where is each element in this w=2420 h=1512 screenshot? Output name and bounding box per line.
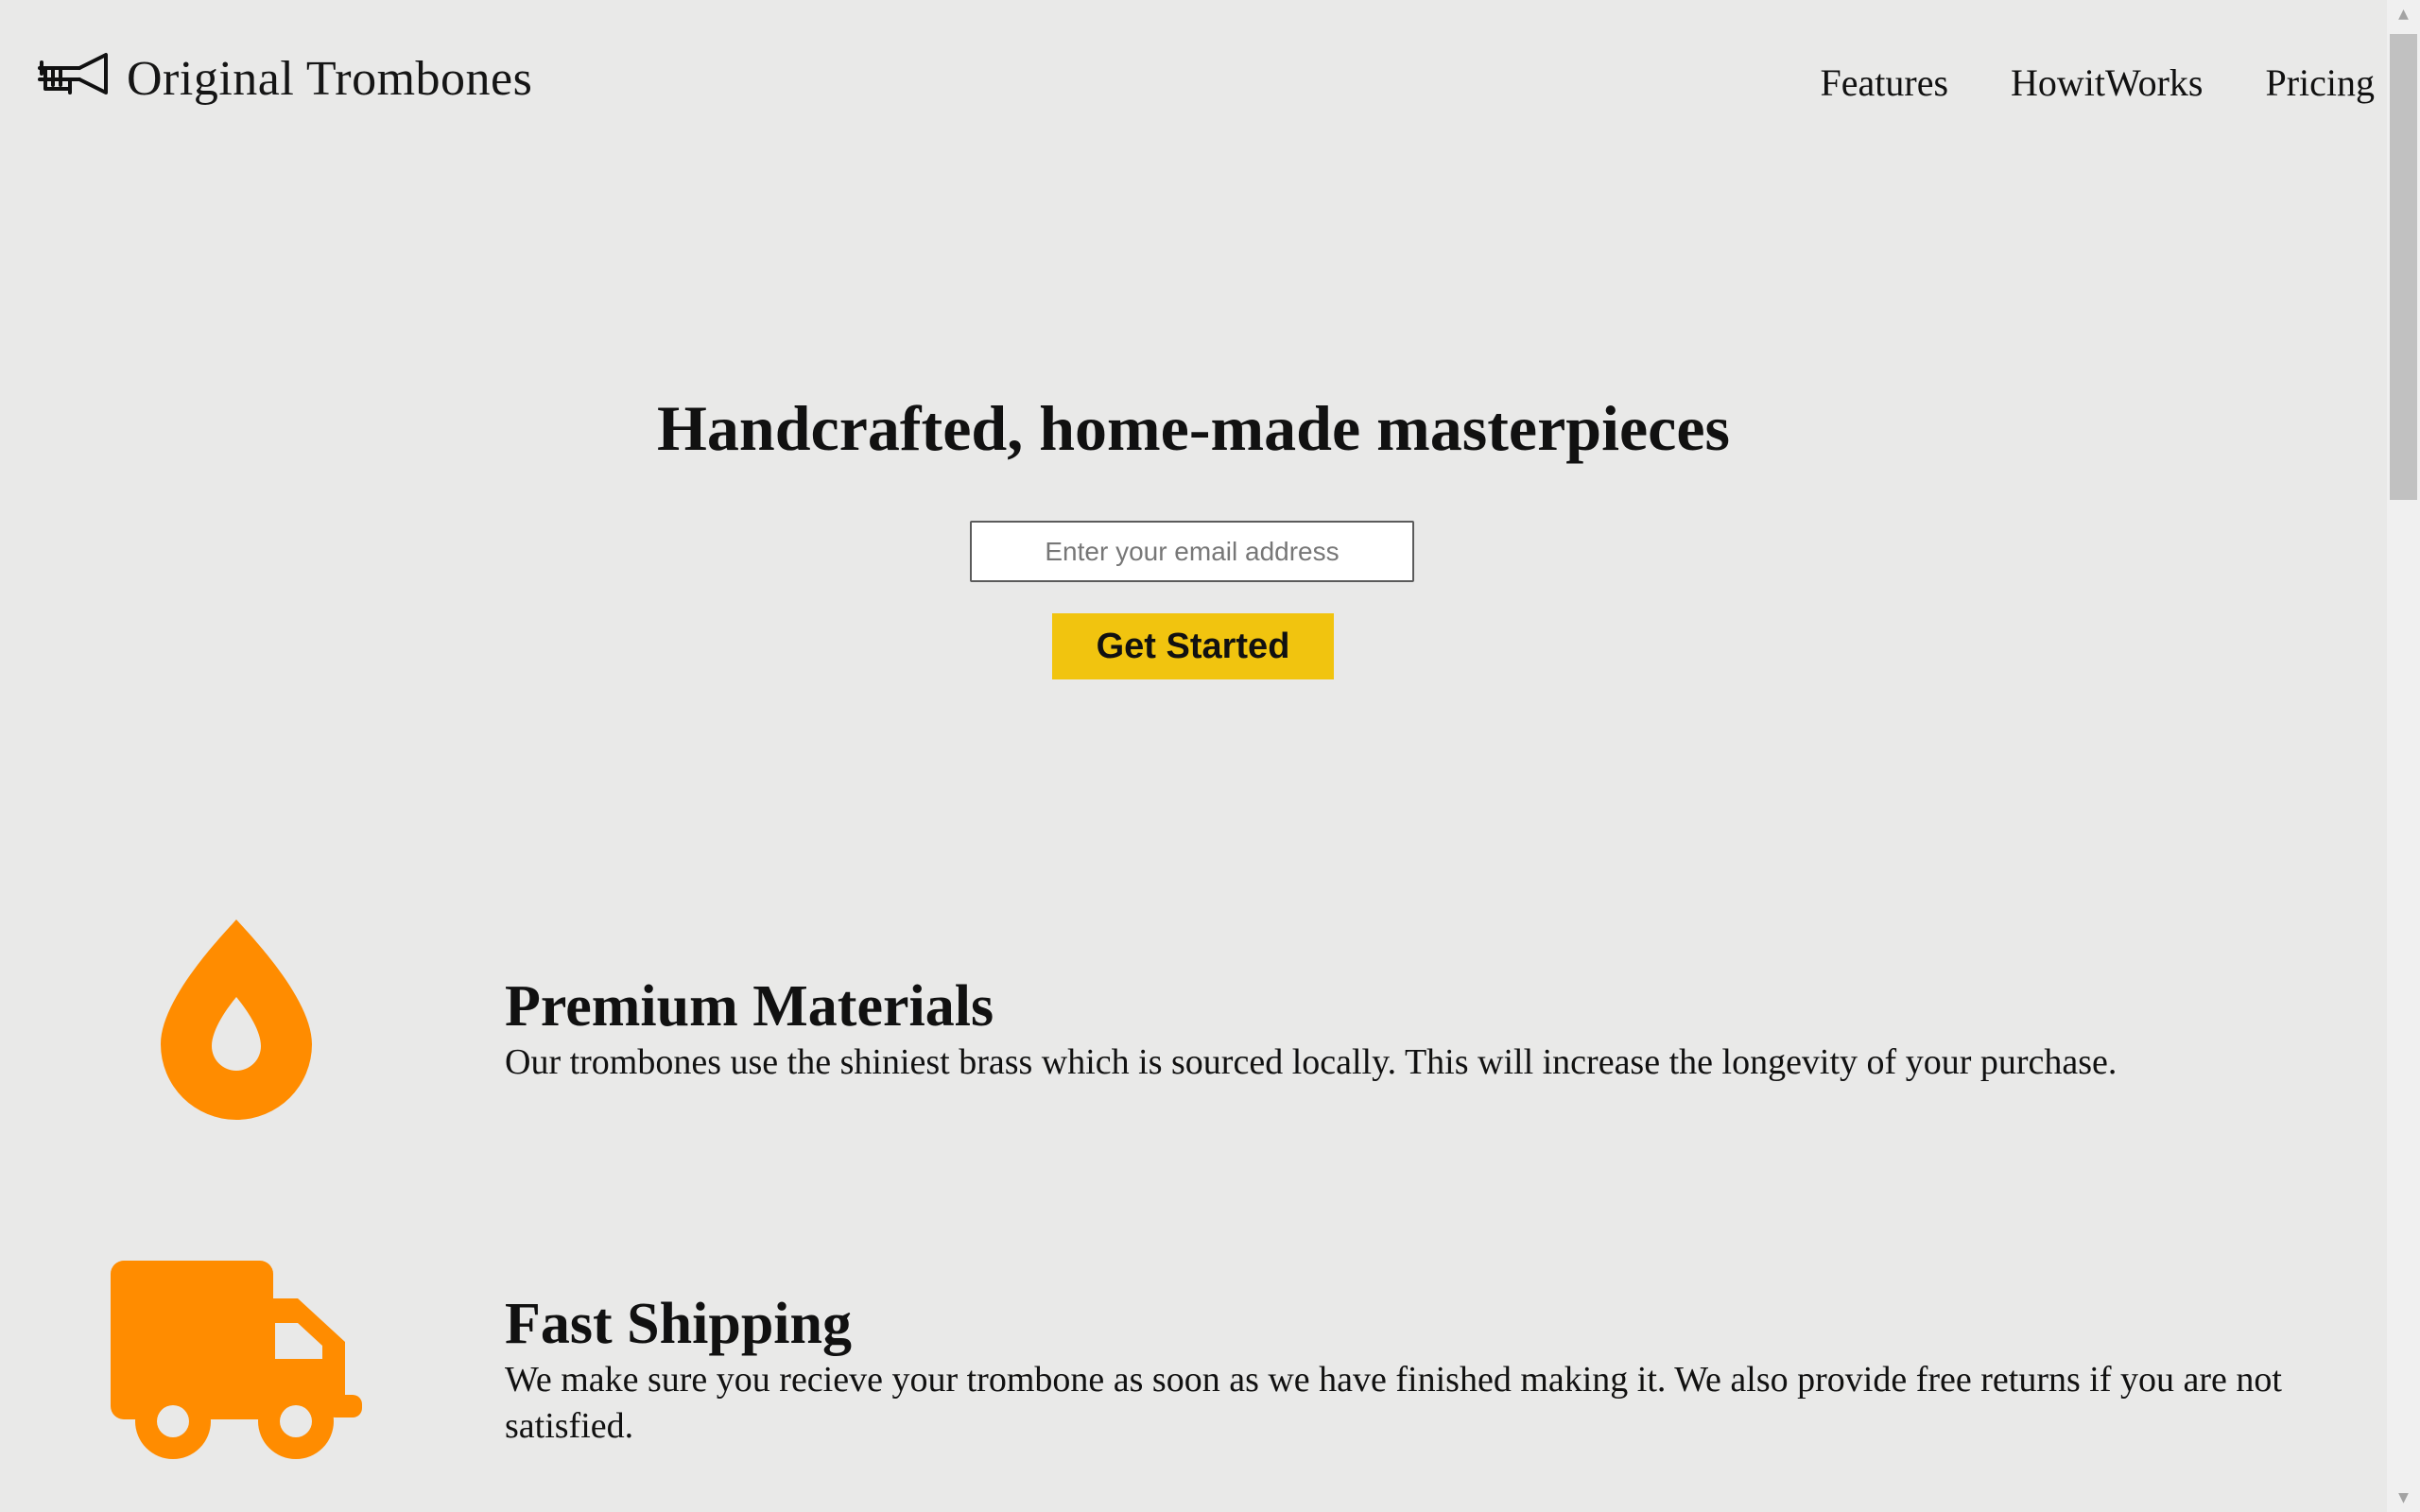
nav-link-how-it-works[interactable]: HowitWorks bbox=[2011, 55, 2203, 112]
nav-link-features[interactable]: Features bbox=[1821, 55, 1949, 112]
feature-text: Fast Shipping We make sure you recieve y… bbox=[505, 1291, 2359, 1450]
hero-title: Handcrafted, home-made masterpieces bbox=[657, 392, 1730, 464]
feature-icon-wrap bbox=[0, 1261, 473, 1461]
site-header: Original Trombones Features HowitWorks P… bbox=[0, 0, 2387, 161]
brand-logo[interactable]: Original Trombones bbox=[36, 42, 532, 117]
feature-item-premium-materials: Premium Materials Our trombones use the … bbox=[0, 917, 2387, 1143]
scrollbar-thumb[interactable] bbox=[2390, 34, 2417, 500]
vertical-scrollbar[interactable]: ▲ ▼ bbox=[2387, 0, 2420, 1512]
feature-description: Our trombones use the shiniest brass whi… bbox=[505, 1042, 2118, 1082]
feature-text: Premium Materials Our trombones use the … bbox=[505, 973, 2359, 1086]
feature-item-fast-shipping: Fast Shipping We make sure you recieve y… bbox=[0, 1257, 2387, 1512]
get-started-button[interactable]: Get Started bbox=[1052, 613, 1334, 679]
email-input[interactable] bbox=[970, 521, 1414, 582]
fire-icon bbox=[161, 919, 312, 1120]
scroll-down-arrow-icon[interactable]: ▼ bbox=[2387, 1484, 2420, 1512]
truck-icon bbox=[111, 1261, 362, 1459]
scroll-up-arrow-icon[interactable]: ▲ bbox=[2387, 0, 2420, 28]
nav-link-pricing[interactable]: Pricing bbox=[2265, 55, 2375, 112]
feature-title: Premium Materials bbox=[505, 974, 994, 1039]
trombone-icon bbox=[38, 53, 108, 94]
feature-icon-wrap bbox=[0, 919, 473, 1120]
brand-name: Original Trombones bbox=[127, 52, 533, 106]
feature-description: We make sure you recieve your trombone a… bbox=[505, 1360, 2282, 1446]
main-nav: Features HowitWorks Pricing bbox=[1821, 55, 2376, 112]
feature-title: Fast Shipping bbox=[505, 1292, 853, 1356]
landing-page: Original Trombones Features HowitWorks P… bbox=[0, 0, 2387, 1512]
